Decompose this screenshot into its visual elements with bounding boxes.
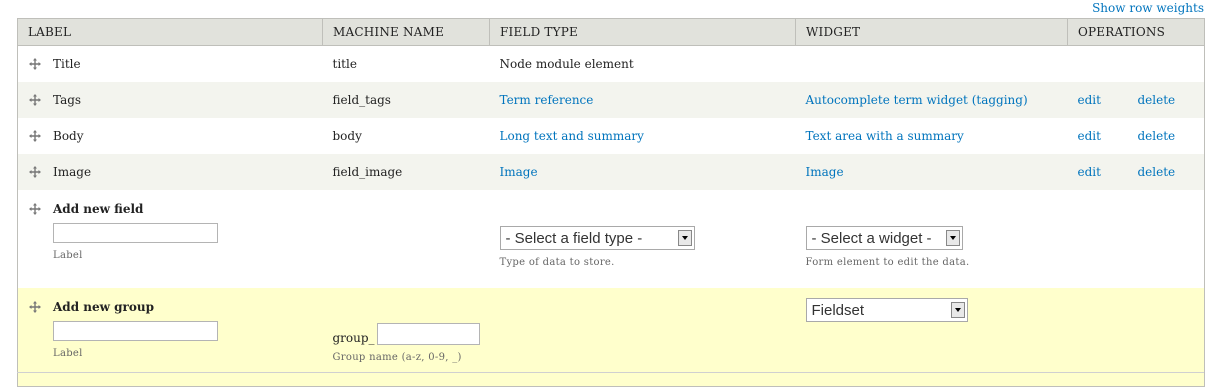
add-new-field-title: Add new field: [53, 202, 144, 216]
field-widget-link[interactable]: Autocomplete term widget (tagging): [806, 93, 1028, 107]
column-header-label: LABEL: [17, 18, 323, 46]
field-type-description: Type of data to store.: [499, 257, 615, 268]
fields-table: LABEL MACHINE NAME FIELD TYPE WIDGET OPE…: [17, 18, 1205, 387]
group-name-input[interactable]: [376, 323, 480, 345]
field-type-link[interactable]: Term reference: [500, 93, 594, 107]
field-row-image: Image field_image Image Image edit delete: [17, 154, 1205, 190]
column-header-operations: OPERATIONS: [1067, 18, 1205, 46]
column-header-field-type: FIELD TYPE: [489, 18, 796, 46]
field-operations: edit delete: [1067, 82, 1205, 118]
field-label: Tags: [53, 93, 82, 107]
field-operations: edit delete: [1067, 118, 1205, 154]
field-type-text: Node module element: [489, 45, 796, 82]
show-row-weights-link[interactable]: Show row weights: [1092, 1, 1204, 15]
add-new-group-title: Add new group: [53, 300, 154, 314]
field-label: Image: [53, 165, 92, 179]
field-machine-name: title: [322, 45, 490, 82]
field-type-link[interactable]: Long text and summary: [500, 129, 644, 143]
field-machine-name: field_image: [322, 154, 490, 190]
chevron-down-icon: [677, 230, 692, 246]
field-type-select-value: - Select a field type -: [505, 229, 643, 247]
drag-handle-icon[interactable]: [29, 58, 41, 70]
drag-handle-icon[interactable]: [29, 166, 41, 178]
group-name-prefix: group_: [332, 331, 375, 345]
chevron-down-icon: [950, 302, 965, 318]
delete-link[interactable]: delete: [1138, 165, 1176, 179]
edit-link[interactable]: edit: [1078, 165, 1138, 179]
field-machine-name: field_tags: [322, 82, 490, 118]
field-label: Body: [53, 129, 84, 143]
field-row-title: Title title Node module element: [17, 45, 1205, 82]
new-group-label-description: Label: [53, 348, 83, 359]
column-header-machine-name: MACHINE NAME: [322, 18, 490, 46]
table-header-row: LABEL MACHINE NAME FIELD TYPE WIDGET OPE…: [17, 18, 1205, 46]
field-machine-name: body: [322, 118, 490, 154]
group-format-select[interactable]: Fieldset: [805, 298, 968, 322]
delete-link[interactable]: delete: [1138, 129, 1176, 143]
widget-description: Form element to edit the data.: [805, 257, 970, 268]
new-field-label-description: Label: [53, 250, 83, 261]
drag-handle-icon[interactable]: [29, 94, 41, 106]
field-type-link[interactable]: Image: [500, 165, 538, 179]
field-row-tags: Tags field_tags Term reference Autocompl…: [17, 82, 1205, 118]
field-operations: edit delete: [1067, 154, 1205, 190]
field-type-select[interactable]: - Select a field type -: [499, 226, 695, 250]
widget-select[interactable]: - Select a widget -: [805, 226, 963, 250]
drag-handle-icon[interactable]: [29, 301, 41, 313]
field-operations: [1067, 45, 1205, 82]
field-widget-link[interactable]: Text area with a summary: [806, 129, 964, 143]
widget-select-value: - Select a widget -: [811, 229, 932, 247]
field-row-body: Body body Long text and summary Text are…: [17, 118, 1205, 154]
field-label: Title: [53, 57, 81, 71]
delete-link[interactable]: delete: [1138, 93, 1176, 107]
add-new-field-row: Add new field Label - Select a field typ…: [17, 190, 1205, 288]
group-name-description: Group name (a-z, 0-9, _): [332, 352, 462, 363]
group-format-select-value: Fieldset: [811, 301, 865, 319]
field-widget-link[interactable]: Image: [806, 165, 844, 179]
edit-link[interactable]: edit: [1078, 129, 1138, 143]
column-header-widget: WIDGET: [795, 18, 1068, 46]
edit-link[interactable]: edit: [1078, 93, 1138, 107]
field-widget: [795, 45, 1068, 82]
new-field-label-input[interactable]: [53, 223, 218, 243]
chevron-down-icon: [945, 230, 960, 246]
drag-handle-icon[interactable]: [29, 203, 41, 215]
drag-handle-icon[interactable]: [29, 130, 41, 142]
new-group-label-input[interactable]: [53, 321, 218, 341]
